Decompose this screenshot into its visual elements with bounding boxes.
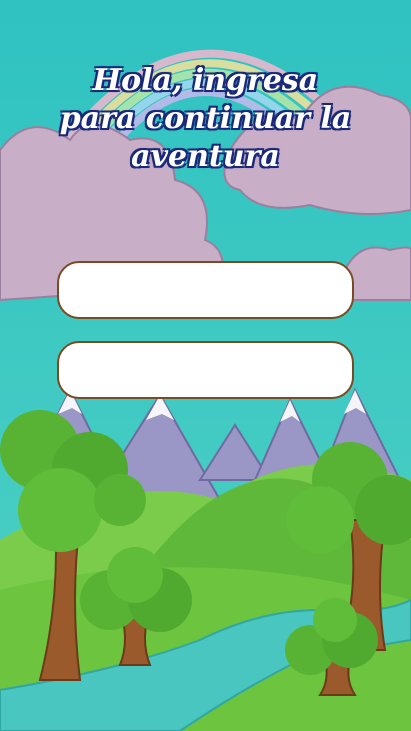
second-input-field[interactable] bbox=[57, 341, 354, 399]
title-line-3: aventura bbox=[131, 139, 280, 174]
title-line-2: para continuar la bbox=[59, 101, 352, 136]
title-line-1: Hola, ingresa bbox=[92, 63, 319, 98]
welcome-title: Hola, ingresa para continuar la aventura bbox=[0, 62, 411, 176]
first-input-field[interactable] bbox=[57, 261, 354, 319]
